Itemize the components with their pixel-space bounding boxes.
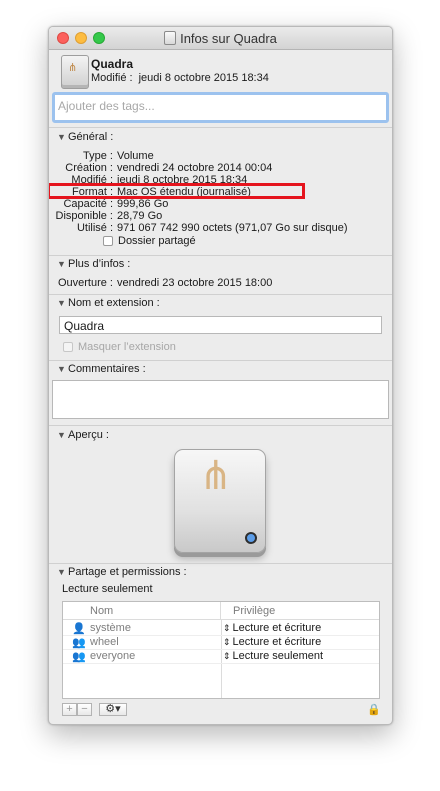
section-title-sharing: Partage et permissions : (68, 566, 187, 578)
header-modified-value: jeudi 8 octobre 2015 18:34 (138, 72, 269, 84)
column-header-privilege[interactable]: Privilège (221, 602, 379, 620)
available-value: 28,79 Go (117, 210, 163, 222)
section-title-name-extension: Nom et extension : (68, 297, 160, 309)
divider (49, 294, 392, 295)
table-row[interactable]: 👥 everyone ⇕ Lecture seulement (63, 649, 379, 664)
preview-drive-icon: ⋔ (174, 449, 266, 553)
add-user-button[interactable]: + (62, 703, 77, 716)
title-bar: Infos sur Quadra (49, 27, 392, 50)
name-field-value: Quadra (64, 319, 105, 333)
gear-icon: ⚙ (105, 703, 116, 715)
divider (49, 255, 392, 256)
external-drive-icon: ⋔ (61, 55, 89, 89)
tags-placeholder: Ajouter des tags... (58, 99, 155, 113)
disclosure-triangle-icon[interactable]: ▼ (57, 364, 66, 374)
type-value: Volume (117, 150, 154, 162)
firewire-logo-icon: ⋔ (199, 454, 233, 498)
section-title-preview: Aperçu : (68, 429, 109, 441)
header-modified: Modifié : jeudi 8 octobre 2015 18:34 (91, 72, 269, 84)
used-label: Utilisé : (76, 222, 113, 234)
action-gear-button[interactable]: ⚙▾ (99, 703, 127, 716)
disclosure-triangle-icon[interactable]: ▼ (57, 259, 66, 269)
volume-name: Quadra (91, 57, 134, 71)
firewire-icon: ⋔ (68, 62, 78, 74)
tags-field[interactable]: Ajouter des tags... (52, 92, 389, 123)
format-highlight-box (49, 183, 305, 199)
group-icon: 👥 (72, 637, 86, 649)
hide-extension-label: Masquer l’extension (78, 341, 176, 353)
user-name: wheel (90, 636, 119, 648)
chevron-down-icon: ▾ (115, 703, 121, 715)
volume-icon (164, 31, 177, 45)
user-name: système (90, 622, 131, 634)
disclosure-triangle-icon[interactable]: ▼ (57, 567, 66, 577)
drive-led-icon (245, 532, 257, 544)
privilege-value: Lecture seulement (232, 650, 324, 662)
privilege-popup[interactable]: ⇕ Lecture et écriture (223, 636, 321, 648)
remove-user-button[interactable]: − (77, 703, 92, 716)
shared-folder-checkbox[interactable] (103, 236, 113, 246)
info-window: Infos sur Quadra ⋔ Quadra Modifié : jeudi… (48, 26, 393, 725)
name-field[interactable]: Quadra (59, 316, 382, 334)
header-modified-label: Modifié : (91, 72, 133, 84)
table-row[interactable]: 👥 wheel ⇕ Lecture et écriture (63, 635, 379, 650)
capacity-label: Capacité : (63, 198, 113, 210)
used-value: 971 067 742 990 octets (971,07 Go sur di… (117, 222, 348, 234)
section-title-more-info: Plus d’infos : (68, 258, 131, 270)
divider (49, 563, 392, 564)
capacity-value: 999,86 Go (117, 198, 169, 210)
permissions-table: Nom Privilège 👤 système ⇕ Lecture et écri… (62, 601, 380, 699)
hide-extension-checkbox[interactable] (63, 342, 73, 352)
everyone-icon: 👥 (72, 651, 86, 663)
section-title-general: Général : (68, 131, 114, 143)
type-label: Type : (83, 150, 113, 162)
column-header-name[interactable]: Nom (63, 602, 221, 620)
single-user-icon: 👤 (72, 623, 86, 635)
divider (49, 127, 392, 128)
created-label: Création : (65, 162, 113, 174)
disclosure-triangle-icon[interactable]: ▼ (57, 132, 66, 142)
comments-field[interactable] (52, 380, 389, 419)
available-label: Disponible : (55, 210, 113, 222)
updown-arrows-icon: ⇕ (223, 637, 231, 647)
divider (49, 360, 392, 361)
info-header: ⋔ Quadra Modifié : jeudi 8 octobre 2015 1… (49, 49, 392, 95)
disclosure-triangle-icon[interactable]: ▼ (57, 430, 66, 440)
disclosure-triangle-icon[interactable]: ▼ (57, 298, 66, 308)
user-name: everyone (90, 650, 136, 662)
window-title-text: Infos sur Quadra (180, 31, 277, 46)
divider (49, 425, 392, 426)
section-title-comments: Commentaires : (68, 363, 146, 375)
window-title: Infos sur Quadra (49, 31, 392, 46)
shared-folder-label: Dossier partagé (118, 235, 196, 247)
lock-icon[interactable]: 🔒 (367, 703, 381, 716)
privilege-popup[interactable]: ⇕ Lecture et écriture (223, 622, 321, 634)
updown-arrows-icon: ⇕ (223, 651, 231, 661)
updown-arrows-icon: ⇕ (223, 623, 231, 633)
table-row[interactable]: 👤 système ⇕ Lecture et écriture (63, 621, 379, 636)
privilege-value: Lecture et écriture (232, 622, 322, 634)
opening-value: vendredi 23 octobre 2015 18:00 (117, 277, 273, 289)
privilege-value: Lecture et écriture (232, 636, 322, 648)
privilege-popup[interactable]: ⇕ Lecture seulement (223, 650, 323, 662)
opening-label: Ouverture : (57, 277, 113, 289)
permission-status: Lecture seulement (62, 583, 153, 595)
created-value: vendredi 24 octobre 2014 00:04 (117, 162, 273, 174)
